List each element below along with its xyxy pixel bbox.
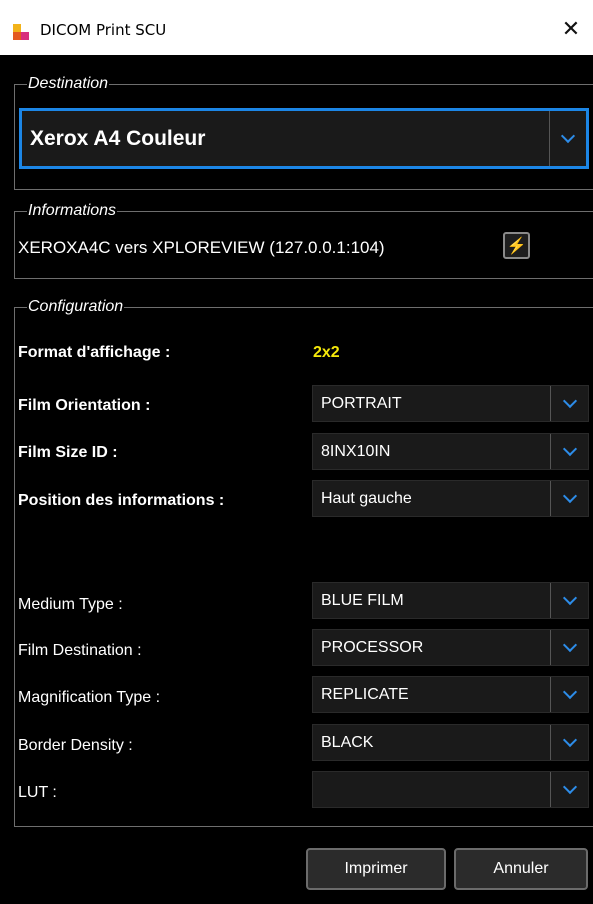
lut-label: LUT : xyxy=(18,784,57,801)
cancel-button[interactable]: Annuler xyxy=(454,848,588,890)
lightning-icon[interactable]: ⚡ xyxy=(503,232,530,259)
chevron-down-icon[interactable] xyxy=(550,725,588,760)
medium-type-value: BLUE FILM xyxy=(321,592,404,609)
film-destination-label: Film Destination : xyxy=(18,642,142,659)
configuration-legend: Configuration xyxy=(28,298,124,315)
position-value: Haut gauche xyxy=(321,490,412,507)
magnification-select[interactable]: REPLICATE xyxy=(312,676,589,713)
print-button[interactable]: Imprimer xyxy=(306,848,446,890)
title-bar: DICOM Print SCU ✕ xyxy=(0,0,593,55)
medium-type-label: Medium Type : xyxy=(18,596,123,613)
chevron-down-icon[interactable] xyxy=(550,772,588,807)
lut-select[interactable] xyxy=(312,771,589,808)
chevron-down-icon[interactable] xyxy=(550,481,588,516)
format-value: 2x2 xyxy=(313,344,340,361)
dicom-app-icon xyxy=(13,24,29,40)
chevron-down-icon[interactable] xyxy=(550,677,588,712)
film-orientation-label: Film Orientation : xyxy=(18,397,151,414)
chevron-down-icon[interactable] xyxy=(549,111,586,166)
format-label: Format d'affichage : xyxy=(18,344,171,361)
position-select[interactable]: Haut gauche xyxy=(312,480,589,517)
border-density-label: Border Density : xyxy=(18,737,133,754)
connection-info: XEROXA4C vers XPLOREVIEW (127.0.0.1:104) xyxy=(18,238,385,257)
film-size-select[interactable]: 8INX10IN xyxy=(312,433,589,470)
informations-legend: Informations xyxy=(28,202,117,219)
close-icon[interactable]: ✕ xyxy=(549,10,593,50)
border-density-select[interactable]: BLACK xyxy=(312,724,589,761)
film-orientation-value: PORTRAIT xyxy=(321,395,402,412)
position-label: Position des informations : xyxy=(18,492,225,509)
magnification-value: REPLICATE xyxy=(321,686,409,703)
magnification-label: Magnification Type : xyxy=(18,689,161,706)
medium-type-select[interactable]: BLUE FILM xyxy=(312,582,589,619)
dialog-body: Destination Xerox A4 Couleur Information… xyxy=(0,55,593,904)
border-density-value: BLACK xyxy=(321,734,374,751)
film-destination-value: PROCESSOR xyxy=(321,639,424,656)
destination-select[interactable]: Xerox A4 Couleur xyxy=(19,108,589,169)
chevron-down-icon[interactable] xyxy=(550,630,588,665)
film-orientation-select[interactable]: PORTRAIT xyxy=(312,385,589,422)
film-destination-select[interactable]: PROCESSOR xyxy=(312,629,589,666)
destination-legend: Destination xyxy=(28,75,109,92)
chevron-down-icon[interactable] xyxy=(550,583,588,618)
film-size-label: Film Size ID : xyxy=(18,444,118,461)
destination-value: Xerox A4 Couleur xyxy=(30,127,206,150)
chevron-down-icon[interactable] xyxy=(550,386,588,421)
window-title: DICOM Print SCU xyxy=(40,21,167,39)
chevron-down-icon[interactable] xyxy=(550,434,588,469)
film-size-value: 8INX10IN xyxy=(321,443,391,460)
